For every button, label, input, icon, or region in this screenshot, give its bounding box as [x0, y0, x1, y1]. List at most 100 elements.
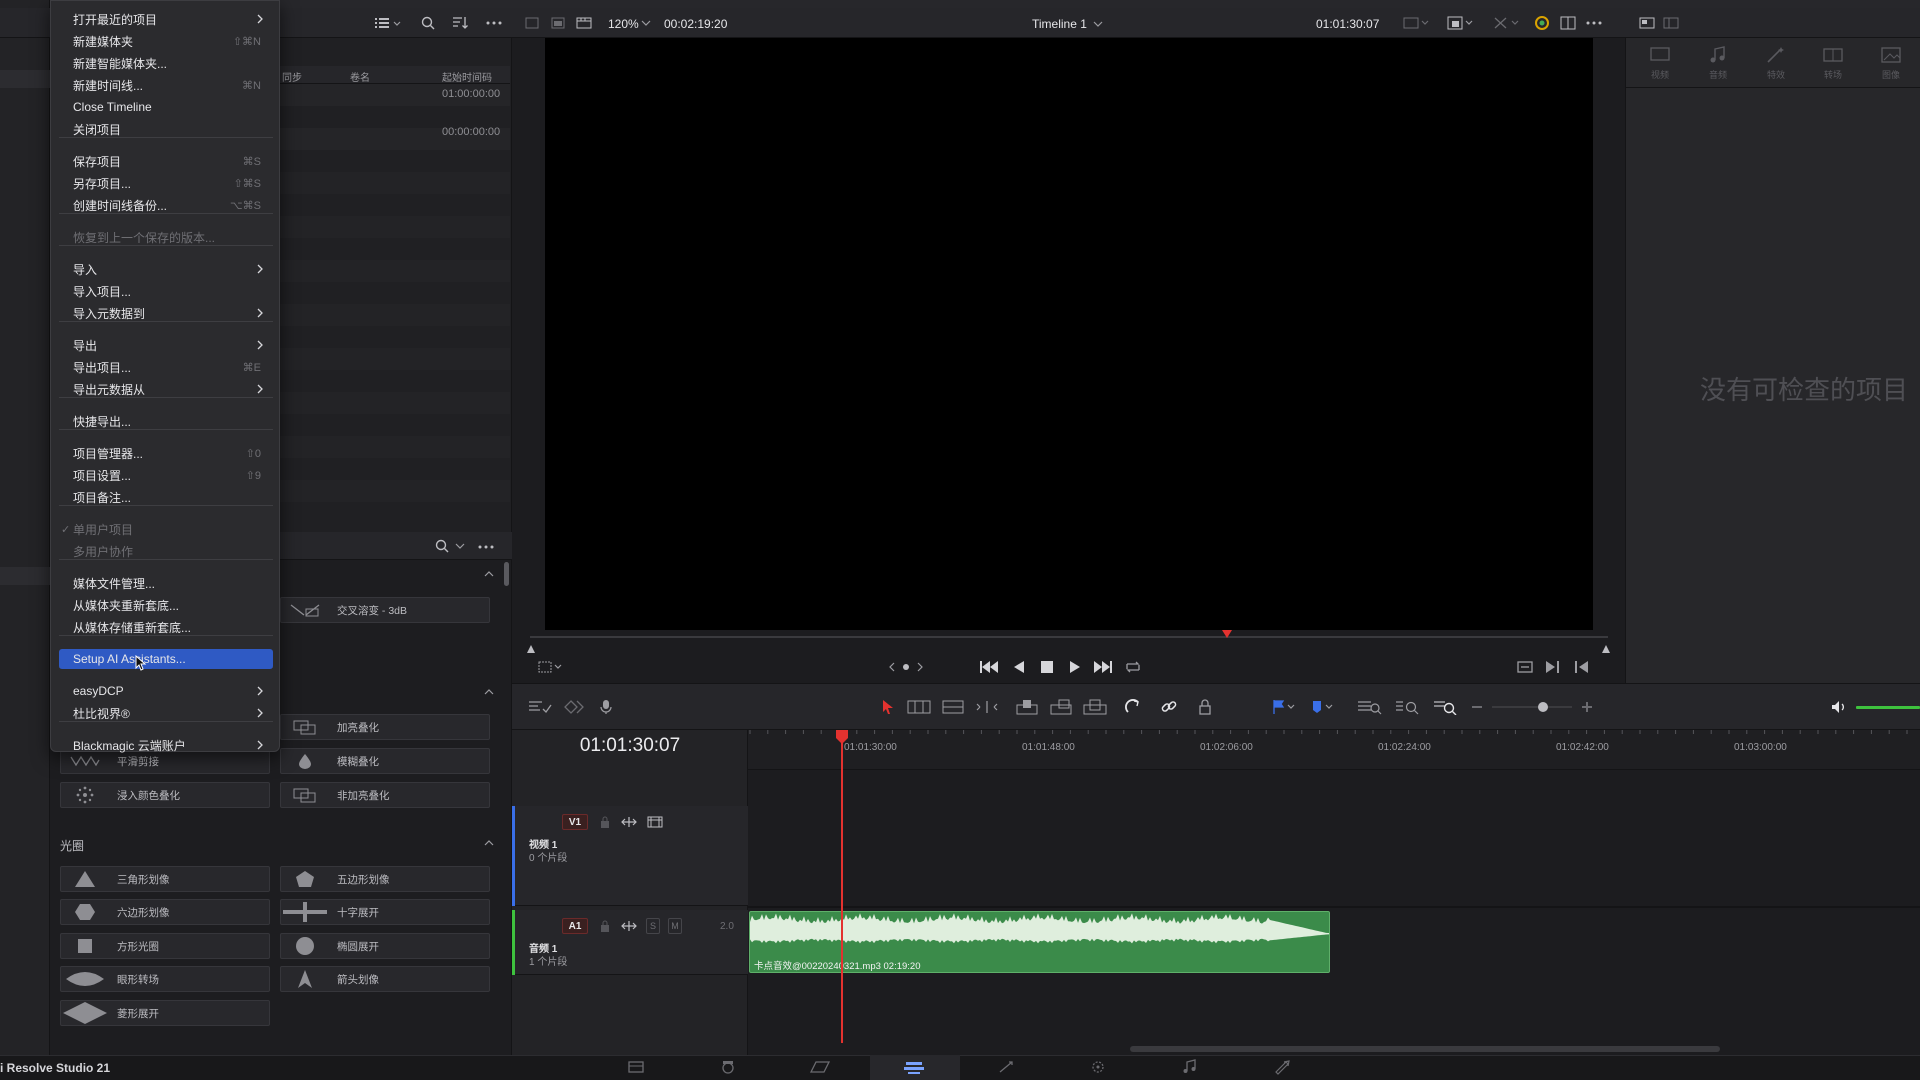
- menu-item[interactable]: 导入元数据到: [59, 303, 273, 323]
- snapping-icon[interactable]: [1122, 698, 1144, 716]
- fx-pentagon-iris[interactable]: 五边形划像: [280, 866, 490, 892]
- menu-item[interactable]: Blackmagic 云端账户: [59, 735, 273, 755]
- table-row[interactable]: [280, 436, 510, 458]
- menu-item[interactable]: 从媒体存储重新套底...: [59, 617, 273, 637]
- auto-select-icon[interactable]: [620, 814, 638, 830]
- dual-viewer-icon[interactable]: [548, 15, 568, 31]
- sort-icon[interactable]: [450, 14, 470, 32]
- blade-tool-icon[interactable]: [974, 698, 1000, 716]
- single-viewer-icon[interactable]: [522, 15, 542, 31]
- tab-audio[interactable]: 音频: [1698, 46, 1738, 81]
- timeline-view-options-icon[interactable]: [526, 698, 554, 716]
- dynamic-trim-icon[interactable]: [940, 698, 966, 716]
- column-start-tc[interactable]: 起始时间码: [442, 69, 492, 84]
- play-reverse-icon[interactable]: [1008, 658, 1030, 676]
- fairlight-page-icon[interactable]: [1176, 1059, 1204, 1075]
- table-row[interactable]: [280, 480, 510, 502]
- menu-item[interactable]: 项目设置... ⇧9: [59, 465, 273, 485]
- zoom-full-icon[interactable]: [1356, 698, 1384, 716]
- crop-icon[interactable]: [536, 659, 566, 675]
- media-page-icon[interactable]: [622, 1059, 650, 1075]
- play-icon[interactable]: [1064, 658, 1086, 676]
- track-header-v1[interactable]: V1 视频 1 0 个片段: [512, 806, 748, 906]
- menu-item[interactable]: 从媒体夹重新套底...: [59, 595, 273, 615]
- menu-item[interactable]: 打开最近的项目: [59, 9, 273, 29]
- go-to-end-icon[interactable]: [1092, 658, 1114, 676]
- match-frame-icon[interactable]: [1514, 658, 1536, 676]
- fx-eye-iris[interactable]: 眼形转场: [60, 966, 270, 992]
- table-row[interactable]: [280, 392, 510, 414]
- split-view-icon[interactable]: [1558, 14, 1578, 32]
- table-row[interactable]: [280, 216, 510, 238]
- replace-clip-icon[interactable]: [1082, 698, 1108, 716]
- fx-non-additive-dissolve[interactable]: 非加亮叠化: [280, 782, 490, 808]
- fx-oval-iris[interactable]: 椭圆展开: [280, 933, 490, 959]
- bin-item-selected[interactable]: [0, 70, 50, 88]
- chevron-up-icon[interactable]: [484, 571, 494, 577]
- fx-cross-iris[interactable]: 十字展开: [280, 899, 490, 925]
- menu-item[interactable]: 项目备注...: [59, 487, 273, 507]
- stop-icon[interactable]: [1036, 658, 1058, 676]
- track-header-a1[interactable]: A1 S M 2.0 音频 1 1 个片段: [512, 910, 748, 975]
- prev-edit-icon[interactable]: [1570, 658, 1592, 676]
- fx-category-selected[interactable]: [0, 567, 50, 585]
- flag-icon[interactable]: [1270, 698, 1300, 716]
- trim-tool-icon[interactable]: [906, 698, 932, 716]
- mute-button[interactable]: M: [668, 918, 682, 934]
- cut-page-alt-icon[interactable]: [806, 1059, 834, 1075]
- menu-item[interactable]: 项目管理器... ⇧0: [59, 443, 273, 463]
- chevron-down-icon[interactable]: [454, 541, 466, 551]
- zoom-slider-handle[interactable]: [1538, 702, 1548, 712]
- linked-selection-icon[interactable]: [1158, 698, 1180, 716]
- metadata-icon[interactable]: [1661, 15, 1681, 31]
- microphone-icon[interactable]: [596, 698, 616, 716]
- go-to-start-icon[interactable]: [978, 658, 1000, 676]
- search-icon[interactable]: [434, 538, 450, 554]
- loop-icon[interactable]: [1122, 658, 1144, 676]
- column-reel-name[interactable]: 卷名: [350, 69, 370, 84]
- menu-item[interactable]: 导出元数据从: [59, 379, 273, 399]
- overwrite-clip-icon[interactable]: [1048, 698, 1074, 716]
- lock-icon[interactable]: [598, 918, 612, 934]
- selection-tool-icon[interactable]: [878, 698, 898, 716]
- zoom-out-icon[interactable]: [1470, 698, 1484, 716]
- menu-item[interactable]: 导入: [59, 259, 273, 279]
- table-row[interactable]: [280, 304, 510, 326]
- zoom-detail-icon[interactable]: [1394, 698, 1422, 716]
- inspector-icon[interactable]: [1637, 15, 1657, 31]
- menu-item[interactable]: 导出: [59, 335, 273, 355]
- marker-icon[interactable]: [1308, 698, 1338, 716]
- chevron-down-icon[interactable]: [640, 18, 652, 28]
- disable-video-icon[interactable]: [646, 814, 664, 830]
- menu-item[interactable]: 新建时间线... ⌘N: [59, 75, 273, 95]
- video-viewer[interactable]: [545, 38, 1593, 630]
- diamond-keyframe-icon[interactable]: [562, 698, 586, 716]
- menu-item[interactable]: 创建时间线备份... ⌥⌘S: [59, 195, 273, 215]
- lock-icon[interactable]: [598, 814, 612, 830]
- color-page-icon[interactable]: [1084, 1059, 1112, 1075]
- table-row[interactable]: 01:00:00:00: [280, 84, 510, 106]
- table-row[interactable]: [280, 348, 510, 370]
- fx-crossfade-3db[interactable]: 交叉溶变 - 3dB: [280, 597, 490, 623]
- menu-item[interactable]: easyDCP: [59, 681, 273, 701]
- transform-icon[interactable]: [1490, 15, 1524, 31]
- menu-item[interactable]: 关闭项目: [59, 119, 273, 139]
- more-options-icon[interactable]: [476, 544, 496, 550]
- deliver-page-icon[interactable]: [1268, 1059, 1296, 1075]
- timeline-playhead[interactable]: [841, 733, 843, 1043]
- fx-blur-dissolve[interactable]: 模糊叠化: [280, 748, 490, 774]
- cut-page-icon[interactable]: [714, 1059, 742, 1075]
- timeline-horizontal-scrollbar[interactable]: [1130, 1046, 1720, 1052]
- menu-item[interactable]: 保存项目 ⌘S: [59, 151, 273, 171]
- tab-image[interactable]: 图像: [1871, 46, 1911, 81]
- table-row[interactable]: [280, 172, 510, 194]
- fx-triangle-iris[interactable]: 三角形划像: [60, 866, 270, 892]
- track-id-badge[interactable]: A1: [562, 918, 588, 934]
- table-row[interactable]: 00:00:00:00: [280, 126, 510, 150]
- aspect-icon[interactable]: [1400, 15, 1434, 31]
- table-row[interactable]: [280, 260, 510, 282]
- viewer-scrub-bar[interactable]: [530, 636, 1608, 638]
- fx-diamond-iris[interactable]: 菱形展开: [60, 1000, 270, 1026]
- fx-additive-dissolve[interactable]: 加亮叠化: [280, 714, 490, 740]
- menu-item[interactable]: 新建智能媒体夹...: [59, 53, 273, 73]
